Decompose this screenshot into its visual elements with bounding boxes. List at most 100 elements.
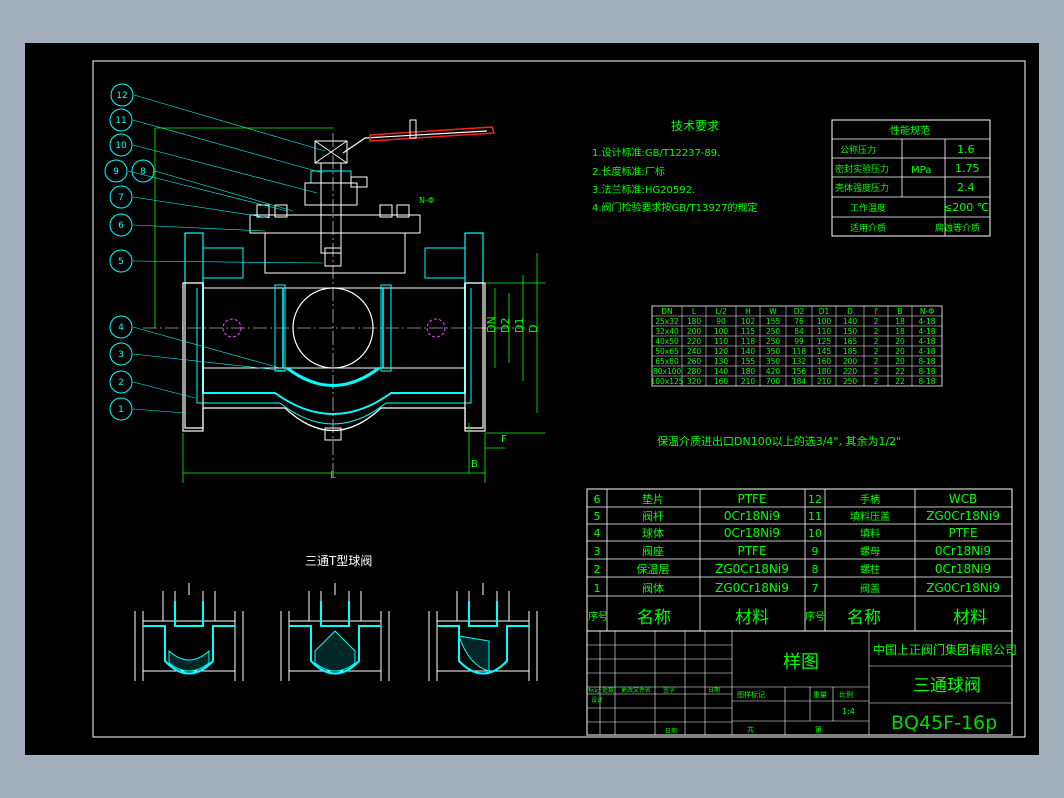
- perf-value-5: 腐蚀等介质: [935, 222, 980, 234]
- dim-table-cell: 2: [874, 367, 879, 376]
- title-rev-5: 日期: [708, 686, 720, 694]
- small-valve-views: [134, 583, 538, 681]
- title-company: 中国上正阀门集团有限公司: [873, 642, 1017, 657]
- dim-table-cell: 150: [843, 327, 858, 336]
- dim-table-cell: 700: [766, 377, 781, 386]
- parts-row-cell: 手柄: [860, 493, 880, 506]
- perf-value-4: ≤200 ℃: [943, 201, 989, 214]
- parts-row-cell: ZG0Cr18Ni9: [715, 562, 789, 576]
- parts-row-cell: 11: [808, 510, 822, 523]
- dim-table-cell: 220: [843, 367, 858, 376]
- title-weight: 重量: [813, 691, 827, 699]
- perf-value-2: 1.75: [955, 162, 980, 175]
- perf-unit: MPa: [911, 165, 931, 176]
- parts-row-cell: 12: [808, 493, 822, 506]
- tech-req-item-2: 2.长度标准:厂标: [592, 165, 665, 178]
- balloon-label: 11: [115, 116, 126, 126]
- dim-table-header: N-Φ: [920, 307, 934, 316]
- parts-row-cell: 0Cr18Ni9: [935, 562, 991, 576]
- dim-label-d1: D1: [513, 318, 526, 333]
- dim-label-f: F: [501, 434, 507, 445]
- dim-table-cell: 2: [874, 357, 879, 366]
- dim-table-cell: 20: [895, 337, 905, 346]
- dim-table-cell: 50x65: [655, 347, 679, 356]
- parts-row-cell: 10: [808, 527, 822, 540]
- parts-row-cell: PTFE: [948, 526, 977, 540]
- dim-table-cell: 250: [766, 337, 781, 346]
- title-rev-1: 标记: [588, 686, 600, 694]
- main-valve-section: [143, 119, 545, 483]
- small-views-title: 三通T型球阀: [305, 554, 372, 568]
- perf-label-1: 公称压力: [840, 144, 876, 156]
- dim-table-cell: 8-18: [918, 357, 935, 366]
- dimension-table: DN25x3232x4040x5050x6565x8080x100100x125…: [650, 305, 943, 387]
- dim-table-header: DN: [661, 307, 672, 316]
- dim-table-cell: 125: [817, 337, 832, 346]
- dim-table-cell: 280: [687, 367, 702, 376]
- dim-table-cell: 20: [895, 347, 905, 356]
- dim-table-cell: 25x32: [655, 317, 679, 326]
- dim-table-header: B: [897, 307, 902, 316]
- dim-table-cell: 40x50: [655, 337, 679, 346]
- parts-row-cell: 阀盖: [860, 582, 880, 595]
- dim-table-cell: 4-18: [918, 317, 935, 326]
- perf-title: 性能规范: [890, 124, 930, 137]
- dim-table-cell: 220: [687, 337, 702, 346]
- balloon-label: 8: [140, 167, 146, 177]
- perf-label-5: 适用介质: [850, 222, 886, 234]
- title-stage: 图样标记: [737, 690, 765, 699]
- parts-row-cell: 4: [594, 527, 601, 540]
- parts-header-no2: 序号: [805, 610, 825, 623]
- dim-label-nphi: N-Φ: [419, 196, 434, 205]
- parts-row-cell: 0Cr18Ni9: [724, 509, 780, 523]
- title-design: 设计: [591, 696, 603, 704]
- parts-row-cell: PTFE: [737, 544, 766, 558]
- parts-row-cell: 1: [594, 582, 601, 595]
- dim-table-cell: 100x125: [650, 377, 683, 386]
- perf-value-3: 2.4: [957, 181, 975, 194]
- dim-table-cell: 130: [714, 357, 729, 366]
- dim-table-cell: 155: [766, 317, 781, 326]
- parts-row-cell: 阀体: [642, 581, 664, 595]
- parts-row-cell: PTFE: [737, 492, 766, 506]
- dim-table-cell: 4-18: [918, 347, 935, 356]
- dim-table-cell: 110: [714, 337, 729, 346]
- parts-header-name2: 名称: [847, 608, 881, 628]
- perf-label-2: 密封实验压力: [835, 163, 889, 175]
- dim-table-cell: 180: [687, 317, 702, 326]
- title-sample: 样图: [783, 652, 819, 673]
- dim-table-cell: 18: [895, 317, 905, 326]
- parts-row-cell: 8: [812, 563, 819, 576]
- dim-table-cell: 100: [817, 317, 832, 326]
- drawing-sheet: L B F N-Φ DN D2 D1 D 12 11 10 9 8 7 6 5 4 3 2 1 技术要…: [25, 43, 1039, 755]
- parts-row-cell: 3: [594, 545, 601, 558]
- parts-row-cell: ZG0Cr18Ni9: [926, 509, 1000, 523]
- dim-label-d2: D2: [499, 318, 512, 333]
- dim-table-cell: 165: [843, 337, 858, 346]
- balloon-label: 1: [118, 405, 124, 415]
- note-text: 保温介质进出口DN100以上的选3/4", 其余为1/2": [657, 434, 901, 448]
- dim-table-cell: 145: [817, 347, 832, 356]
- dim-table-cell: 118: [792, 347, 807, 356]
- dim-table-cell: 320: [687, 377, 702, 386]
- dim-table-cell: 210: [817, 377, 832, 386]
- dim-table-cell: 156: [792, 367, 807, 376]
- dim-table-cell: 350: [766, 357, 781, 366]
- parts-header-material2: 材料: [953, 608, 987, 628]
- balloon-label: 4: [118, 323, 124, 333]
- dim-table-cell: 22: [895, 377, 905, 386]
- parts-row-cell: 6: [594, 493, 601, 506]
- dim-table-cell: 140: [843, 317, 858, 326]
- title-model: BQ45F-16p: [891, 712, 997, 734]
- dim-table-cell: 210: [741, 377, 756, 386]
- dim-table-header: L/2: [715, 307, 727, 316]
- title-rev-2: 处数: [602, 686, 614, 694]
- dim-table-cell: 84: [794, 327, 804, 336]
- tech-req-item-3: 3.法兰标准:HG20592.: [592, 183, 695, 196]
- dim-table-cell: 102: [741, 317, 756, 326]
- parts-header-name: 名称: [637, 608, 671, 628]
- parts-row-cell: 填料: [860, 527, 880, 540]
- dim-table-cell: 18: [895, 327, 905, 336]
- parts-row-cell: 阀座: [642, 544, 664, 558]
- part-balloons: 12 11 10 9 8 7 6 5 4 3 2 1: [104, 83, 326, 421]
